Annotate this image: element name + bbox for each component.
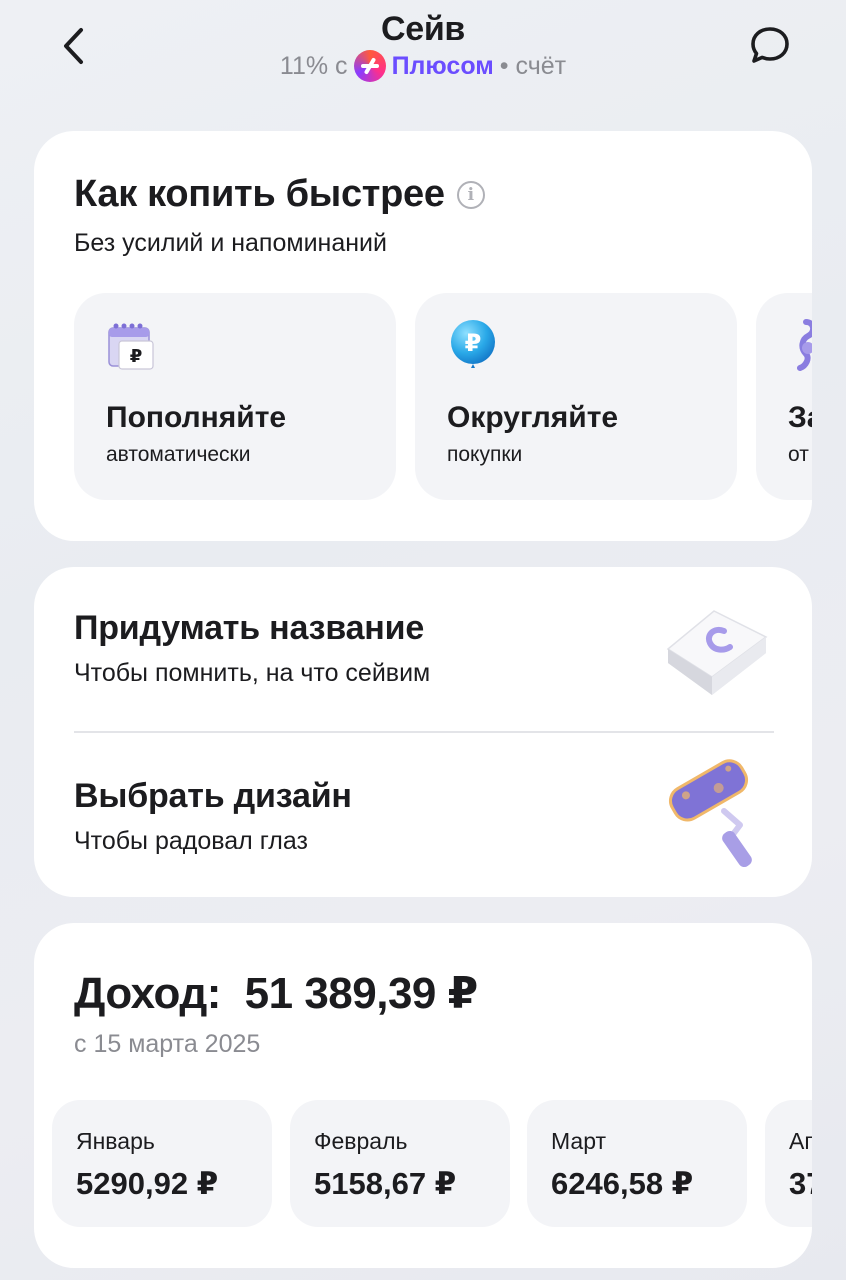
tile-auto-topup[interactable]: ₽ Пополняйте автоматически (74, 293, 396, 500)
income-amount: 51 389,39 ₽ (244, 969, 479, 1018)
row-title: Выбрать дизайн (74, 777, 352, 815)
paint-roller-icon (668, 759, 752, 868)
tile-subtitle: от (788, 443, 809, 466)
save-faster-title-text: Как копить быстрее (74, 173, 445, 215)
tile-partial[interactable]: За от (756, 293, 812, 500)
plus-logo-icon (353, 50, 386, 82)
row-title: Придумать название (74, 609, 425, 647)
tile-title: Пополняйте (106, 401, 287, 434)
row-subtitle: Чтобы помнить, на что сейвим (74, 659, 431, 687)
keyboard-key-icon (666, 610, 768, 695)
save-faster-title: Как копить быстрее i (74, 173, 485, 216)
month-tile[interactable]: Ап 37 (765, 1100, 812, 1227)
tile-subtitle: автоматически (106, 443, 251, 466)
chat-button[interactable] (744, 20, 796, 72)
row-subtitle: Чтобы радовал глаз (74, 827, 308, 855)
income-card: Доход: 51 389,39 ₽ с 15 марта 2025 Январ… (34, 923, 812, 1268)
month-value: 6246,58 ₽ (551, 1166, 694, 1201)
ruble-balloon-icon: ₽ (451, 320, 495, 368)
save-faster-card: Как копить быстрее i Без усилий и напоми… (34, 131, 812, 541)
account-rate-subtitle: 11% с Плюсом • счёт (0, 50, 846, 82)
chat-bubble-icon (751, 27, 789, 63)
plus-label[interactable]: Плюсом (392, 52, 494, 81)
month-tile[interactable]: Март 6246,58 ₽ (527, 1100, 747, 1227)
divider (74, 731, 774, 733)
month-name: Ап (789, 1128, 812, 1154)
calendar-ruble-icon: ₽ (108, 323, 154, 370)
page-title: Сейв (380, 10, 466, 48)
month-value: 37 (789, 1166, 812, 1201)
month-tile[interactable]: Январь 5290,92 ₽ (52, 1100, 272, 1227)
month-name: Январь (76, 1128, 155, 1154)
income-label: Доход: (74, 969, 221, 1018)
tile-subtitle: покупки (447, 443, 523, 466)
info-icon[interactable]: i (456, 180, 485, 209)
month-name: Февраль (314, 1128, 408, 1154)
header: Сейв 11% с Плюсом • счёт (0, 0, 846, 120)
rate-prefix: 11% с (279, 51, 348, 80)
svg-text:₽: ₽ (130, 346, 143, 367)
customize-card: Придумать название Чтобы помнить, на что… (34, 567, 812, 897)
tile-round-up[interactable]: ₽ Округляйте покупки (415, 293, 737, 500)
svg-text:₽: ₽ (465, 329, 482, 357)
tile-title: За (788, 401, 812, 434)
income-since: с 15 марта 2025 (74, 1030, 261, 1058)
month-name: Март (551, 1128, 607, 1154)
ribbon-icon (797, 319, 812, 371)
rate-suffix: • счёт (499, 51, 567, 80)
month-value: 5290,92 ₽ (76, 1166, 219, 1201)
tile-title: Округляйте (447, 401, 619, 434)
month-value: 5158,67 ₽ (314, 1166, 457, 1201)
income-total: Доход: 51 389,39 ₽ (74, 968, 478, 1019)
save-faster-subtitle: Без усилий и напоминаний (74, 229, 387, 257)
month-tile[interactable]: Февраль 5158,67 ₽ (290, 1100, 510, 1227)
